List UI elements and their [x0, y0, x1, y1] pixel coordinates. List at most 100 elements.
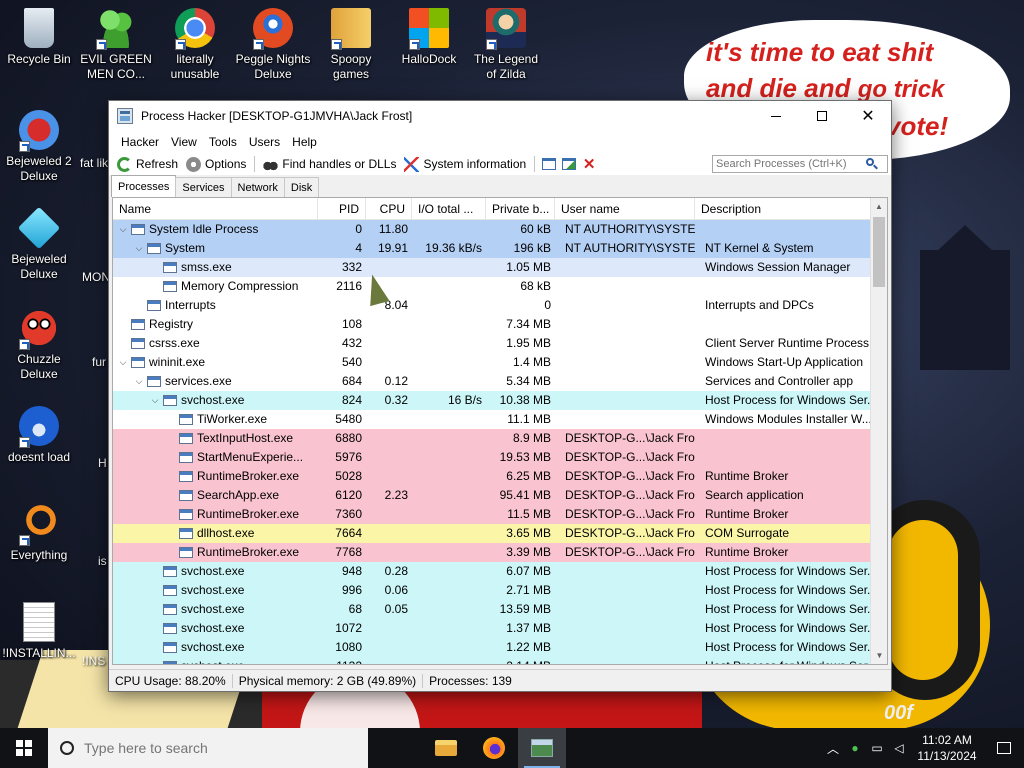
volume-icon[interactable]: ◁ [888, 728, 910, 768]
table-row[interactable]: StartMenuExperie... 5976 19.53 MB DESKTOP-G… [113, 448, 887, 467]
options-button[interactable]: Options [182, 153, 250, 175]
column-header-io-total[interactable]: I/O total ... [412, 198, 486, 220]
table-row[interactable]: smss.exe 332 1.05 MB Windows Session Manage… [113, 258, 887, 277]
desktop-icon-peggle[interactable]: Peggle Nights Deluxe [235, 8, 311, 82]
table-row[interactable]: svchost.exe 996 0.06 2.71 MB Host Process fo… [113, 581, 887, 600]
tab-services[interactable]: Services [175, 177, 232, 197]
table-row[interactable]: SearchApp.exe 6120 2.23 95.41 MB DESKTOP-G..… [113, 486, 887, 505]
system-information-button[interactable]: System information [400, 153, 530, 175]
desktop-icon-thunderbird[interactable]: doesnt load [1, 406, 77, 465]
expand-chevron-icon[interactable]: ⌵ [117, 224, 129, 236]
table-row[interactable]: Memory Compression 2116 68 kB [113, 277, 887, 296]
tab-processes[interactable]: Processes [111, 175, 177, 197]
tab-network[interactable]: Network [230, 177, 285, 197]
expand-chevron-icon[interactable]: ⌵ [133, 376, 145, 388]
minimize-button[interactable] [753, 101, 799, 131]
taskbar-search-input[interactable] [84, 740, 344, 756]
close-icon: ✕ [861, 108, 875, 125]
desktop-icon-hallodock[interactable]: HalloDock [391, 8, 467, 67]
vertical-scrollbar[interactable]: ▲ ▼ [870, 198, 887, 664]
table-row[interactable]: TextInputHost.exe 6880 8.9 MB DESKTOP-G...\… [113, 429, 887, 448]
desktop-icon-installing[interactable]: !INSTALLIN... [1, 602, 77, 661]
close-button[interactable]: ✕ [845, 101, 891, 131]
chevron-up-icon[interactable]: ︿ [822, 728, 844, 768]
desktop-icon-spoopy-games[interactable]: Spoopy games [313, 8, 389, 82]
desktop-icon-zilda[interactable]: The Legend of Zilda [468, 8, 544, 82]
table-row[interactable]: svchost.exe 1132 2.14 MB Host Process for W… [113, 657, 887, 664]
scroll-down-arrow-icon[interactable]: ▼ [871, 647, 887, 664]
expand-chevron-icon[interactable]: ⌵ [133, 243, 145, 255]
search-processes-input[interactable] [713, 158, 863, 170]
search-processes-box[interactable] [712, 155, 888, 173]
process-name-cell: SearchApp.exe [113, 486, 318, 505]
network-icon[interactable]: ▭ [866, 728, 888, 768]
refresh-button[interactable]: Refresh [113, 153, 182, 175]
expand-chevron-icon[interactable]: ⌵ [117, 357, 129, 369]
window-go-button[interactable] [559, 153, 579, 175]
table-row[interactable]: dllhost.exe 7664 3.65 MB DESKTOP-G...\Jack … [113, 524, 887, 543]
taskbar-app-file-explorer[interactable] [422, 728, 470, 768]
show-window-button[interactable] [539, 153, 559, 175]
taskbar-app-firefox[interactable] [470, 728, 518, 768]
table-row[interactable]: ⌵ wininit.exe 540 1.4 MB Windows Start-Up Ap… [113, 353, 887, 372]
maximize-button[interactable] [799, 101, 845, 131]
people-icon[interactable]: ● [844, 728, 866, 768]
table-row[interactable]: Registry 108 7.34 MB [113, 315, 887, 334]
terminate-button[interactable]: ✕ [579, 153, 599, 175]
menu-tools[interactable]: Tools [203, 135, 243, 149]
table-row[interactable]: svchost.exe 1080 1.22 MB Host Process for W… [113, 638, 887, 657]
process-pid: 6120 [335, 488, 362, 502]
find-handles-button[interactable]: Find handles or DLLs [259, 153, 400, 175]
taskbar-search-box[interactable] [48, 728, 368, 768]
table-row[interactable]: RuntimeBroker.exe 5028 6.25 MB DESKTOP-G...… [113, 467, 887, 486]
column-header-cpu[interactable]: CPU [366, 198, 412, 220]
process-name-cell: StartMenuExperie... [113, 448, 318, 467]
window-icon [542, 158, 557, 170]
column-header-name[interactable]: Name [113, 198, 318, 220]
table-row[interactable]: TiWorker.exe 5480 11.1 MB Windows Modules I… [113, 410, 887, 429]
table-row[interactable]: ⌵ System 4 19.91 19.36 kB/s 196 kB NT AUTHORIT… [113, 239, 887, 258]
desktop-icon-bejeweled2[interactable]: Bejeweled 2 Deluxe [1, 110, 77, 184]
table-row[interactable]: svchost.exe 68 0.05 13.59 MB Host Process fo… [113, 600, 887, 619]
table-row[interactable]: csrss.exe 432 1.95 MB Client Server Runtime… [113, 334, 887, 353]
scroll-up-arrow-icon[interactable]: ▲ [871, 198, 887, 215]
title-bar[interactable]: Process Hacker [DESKTOP-G1JMVHA\Jack Fro… [109, 101, 891, 131]
process-pid: 5480 [335, 412, 362, 426]
process-private-bytes: 60 kB [520, 222, 551, 236]
desktop-icon-chrome[interactable]: literally unusable [157, 8, 233, 82]
process-private-bytes: 3.65 MB [506, 526, 551, 540]
expand-chevron-icon[interactable]: ⌵ [149, 395, 161, 407]
menu-hacker[interactable]: Hacker [115, 135, 165, 149]
menu-view[interactable]: View [165, 135, 203, 149]
table-row[interactable]: ⌵ svchost.exe 824 0.32 16 B/s 10.38 MB Host Pr… [113, 391, 887, 410]
table-row[interactable]: ⌵ services.exe 684 0.12 5.34 MB Services and … [113, 372, 887, 391]
column-header-private-bytes[interactable]: Private b... [486, 198, 555, 220]
tab-disk[interactable]: Disk [283, 177, 320, 197]
table-row[interactable]: RuntimeBroker.exe 7768 3.39 MB DESKTOP-G...… [113, 543, 887, 562]
column-header-description[interactable]: Description [695, 198, 871, 220]
taskbar-app-process-hacker[interactable] [518, 728, 566, 768]
table-row[interactable]: Interrupts 8.04 0 Interrupts and DPCs [113, 296, 887, 315]
start-button[interactable] [0, 728, 48, 768]
process-private-bytes: 2.71 MB [506, 583, 551, 597]
desktop-icon-bejeweled[interactable]: Bejeweled Deluxe [1, 206, 77, 282]
table-row[interactable]: ⌵ System Idle Process 0 11.80 60 kB NT AUTHOR… [113, 220, 887, 239]
process-hacker-window: Process Hacker [DESKTOP-G1JMVHA\Jack Fro… [108, 100, 892, 692]
process-name-cell: ⌵ svchost.exe [113, 391, 318, 410]
menu-users[interactable]: Users [243, 135, 286, 149]
column-header-user-name[interactable]: User name [555, 198, 695, 220]
table-row[interactable]: svchost.exe 1072 1.37 MB Host Process for W… [113, 619, 887, 638]
notification-button[interactable] [984, 728, 1024, 768]
taskbar-clock[interactable]: 11:02 AM 11/13/2024 [910, 732, 984, 764]
desktop-icon-chuzzle[interactable]: Chuzzle Deluxe [1, 308, 77, 382]
file-explorer-icon [435, 740, 457, 756]
desktop-icon-everything[interactable]: Everything [1, 504, 77, 563]
column-header-pid[interactable]: PID [318, 198, 366, 220]
table-row[interactable]: svchost.exe 948 0.28 6.07 MB Host Process fo… [113, 562, 887, 581]
scrollbar-thumb[interactable] [873, 217, 885, 287]
desktop-icon-evil-green-men[interactable]: EVIL GREEN MEN CO... [78, 8, 154, 82]
desktop-icon-recycle-bin[interactable]: Recycle Bin [1, 8, 77, 67]
menu-help[interactable]: Help [286, 135, 323, 149]
table-row[interactable]: RuntimeBroker.exe 7360 11.5 MB DESKTOP-G...… [113, 505, 887, 524]
